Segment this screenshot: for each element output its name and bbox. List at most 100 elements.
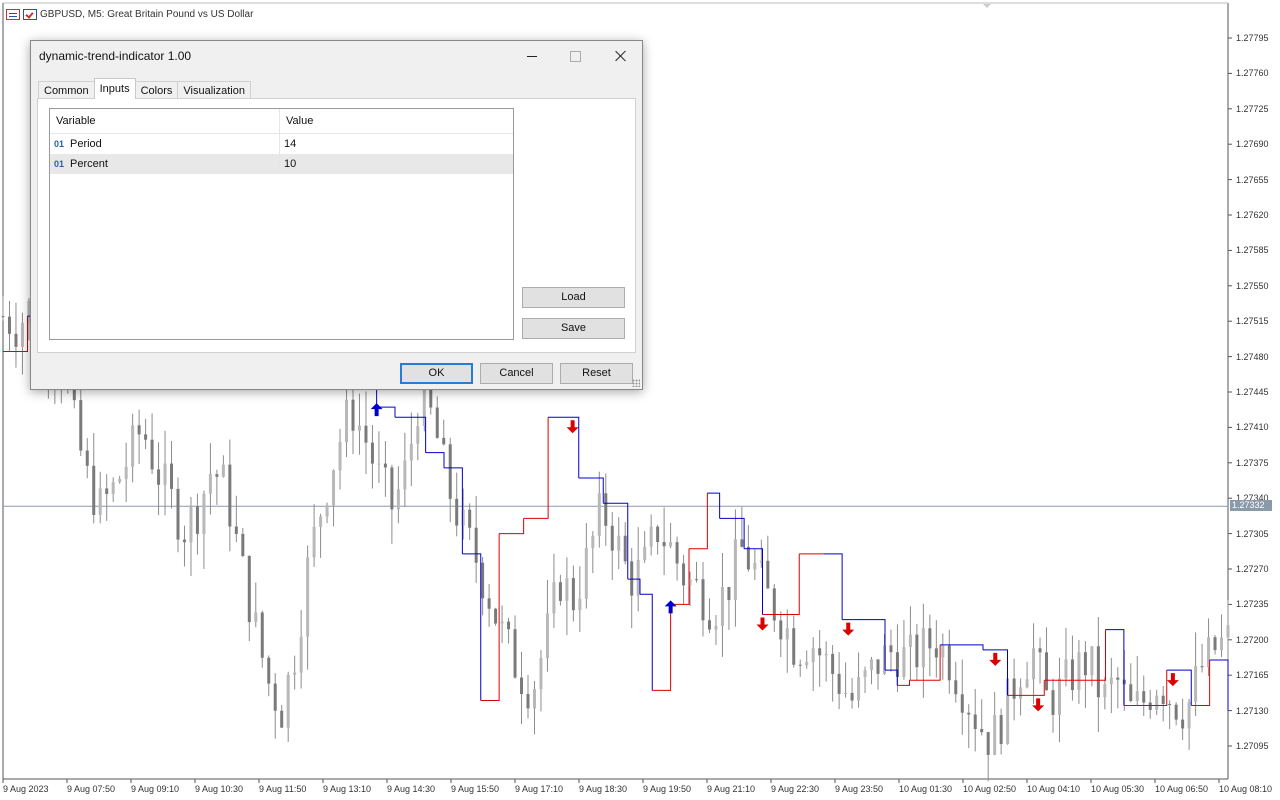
candle-body [915,634,919,668]
candle-body [1070,659,1074,691]
trend-line-segment [640,593,653,691]
time-label: 9 Aug 09:10 [131,784,180,794]
candle-body [182,539,186,543]
candle-body [1142,691,1146,703]
trend-line-segment [897,680,910,686]
candle-body [111,482,115,495]
candle-body [1077,652,1081,691]
candle-body [604,493,608,526]
candle-body [195,506,199,534]
candle-body [565,578,569,601]
trend-line-segment [1105,629,1125,706]
candle-body [1161,695,1165,705]
candle-body [701,579,705,621]
candle-body [597,493,601,536]
candle-body [545,613,549,659]
candle-body [7,316,11,334]
trend-line-segment [823,553,843,620]
maximize-button[interactable] [553,41,598,71]
time-label: 10 Aug 01:30 [899,784,953,794]
indicator-dialog: dynamic-trend-indicator 1.00 Common Inpu… [30,40,643,390]
candle-body [967,712,971,715]
candle-body [202,493,206,534]
candle-body [357,425,361,431]
table-header: Variable Value [50,109,513,134]
candle-body [934,648,938,658]
tab-inputs[interactable]: Inputs [93,78,136,99]
table-row[interactable]: 01 Percent 10 [50,154,513,174]
candle-body [273,683,277,711]
candle-body [390,467,394,510]
time-label: 9 Aug 14:30 [387,784,436,794]
candle-body [92,465,96,515]
price-label: 1.27305 [1236,528,1269,539]
reset-button[interactable]: Reset [560,363,633,384]
candle-body [1109,677,1113,685]
price-label: 1.27270 [1236,564,1269,574]
candle-body [494,608,498,624]
candle-body [1174,704,1178,720]
candle-body [234,526,238,534]
candle-body [727,587,731,601]
trend-line-segment [499,518,525,535]
candle-body [338,442,342,471]
dialog-titlebar[interactable]: dynamic-trend-indicator 1.00 [31,41,642,71]
candle-body [176,488,180,540]
candle-body [403,460,407,490]
value-cell[interactable]: 10 [280,154,513,174]
close-icon [615,50,627,62]
candle-body [571,578,575,611]
trend-line-segment [462,553,482,701]
ok-button[interactable]: OK [400,363,473,384]
price-label: 1.27445 [1236,387,1269,397]
candle-body [584,548,588,599]
candle-body [118,479,122,483]
candle-body [636,559,640,596]
candle-body [1096,646,1100,698]
close-button[interactable] [598,41,643,71]
candle-body [623,535,627,562]
minimize-button[interactable] [509,41,554,71]
tab-common[interactable]: Common [38,81,95,99]
candle-body [79,400,83,451]
trend-line-segment [444,467,463,554]
candle-body [500,621,504,624]
minimize-icon [526,55,537,57]
time-label: 10 Aug 08:10 [1219,784,1273,794]
table-row[interactable]: 01 Period 14 [50,134,513,154]
trend-line-segment [652,604,672,691]
price-label: 1.27585 [1236,245,1269,256]
value-cell[interactable]: 14 [280,134,513,154]
price-label: 1.27795 [1236,33,1269,43]
tab-visualization[interactable]: Visualization [177,81,251,99]
chart-trade-icon[interactable] [23,8,37,20]
candle-body [474,527,478,563]
price-label: 1.27690 [1236,139,1269,150]
candle-body [481,562,485,599]
cancel-button[interactable]: Cancel [480,363,553,384]
candle-body [986,732,990,755]
dialog-tabs: Common Inputs Colors Visualization [38,78,251,99]
candle-body [526,694,530,709]
candle-body [746,546,750,570]
integer-type-icon: 01 [54,139,65,149]
candle-body [280,710,284,728]
price-label: 1.27375 [1236,457,1269,468]
candle-body [837,673,841,694]
column-header-variable[interactable]: Variable [50,109,280,133]
chart-menu-icon[interactable] [6,8,20,20]
resize-grip-icon[interactable] [632,379,640,387]
candle-body [532,689,536,709]
candle-body [299,636,303,673]
tab-colors[interactable]: Colors [134,81,179,99]
candle-body [818,648,822,656]
load-button[interactable]: Load [522,287,625,308]
candle-body [221,464,225,477]
column-header-value[interactable]: Value [280,109,513,133]
candle-body [468,509,472,528]
candle-body [772,588,776,621]
candle-body [947,645,951,681]
save-button[interactable]: Save [522,318,625,339]
candle-body [1187,701,1191,729]
candle-body [1032,648,1036,680]
